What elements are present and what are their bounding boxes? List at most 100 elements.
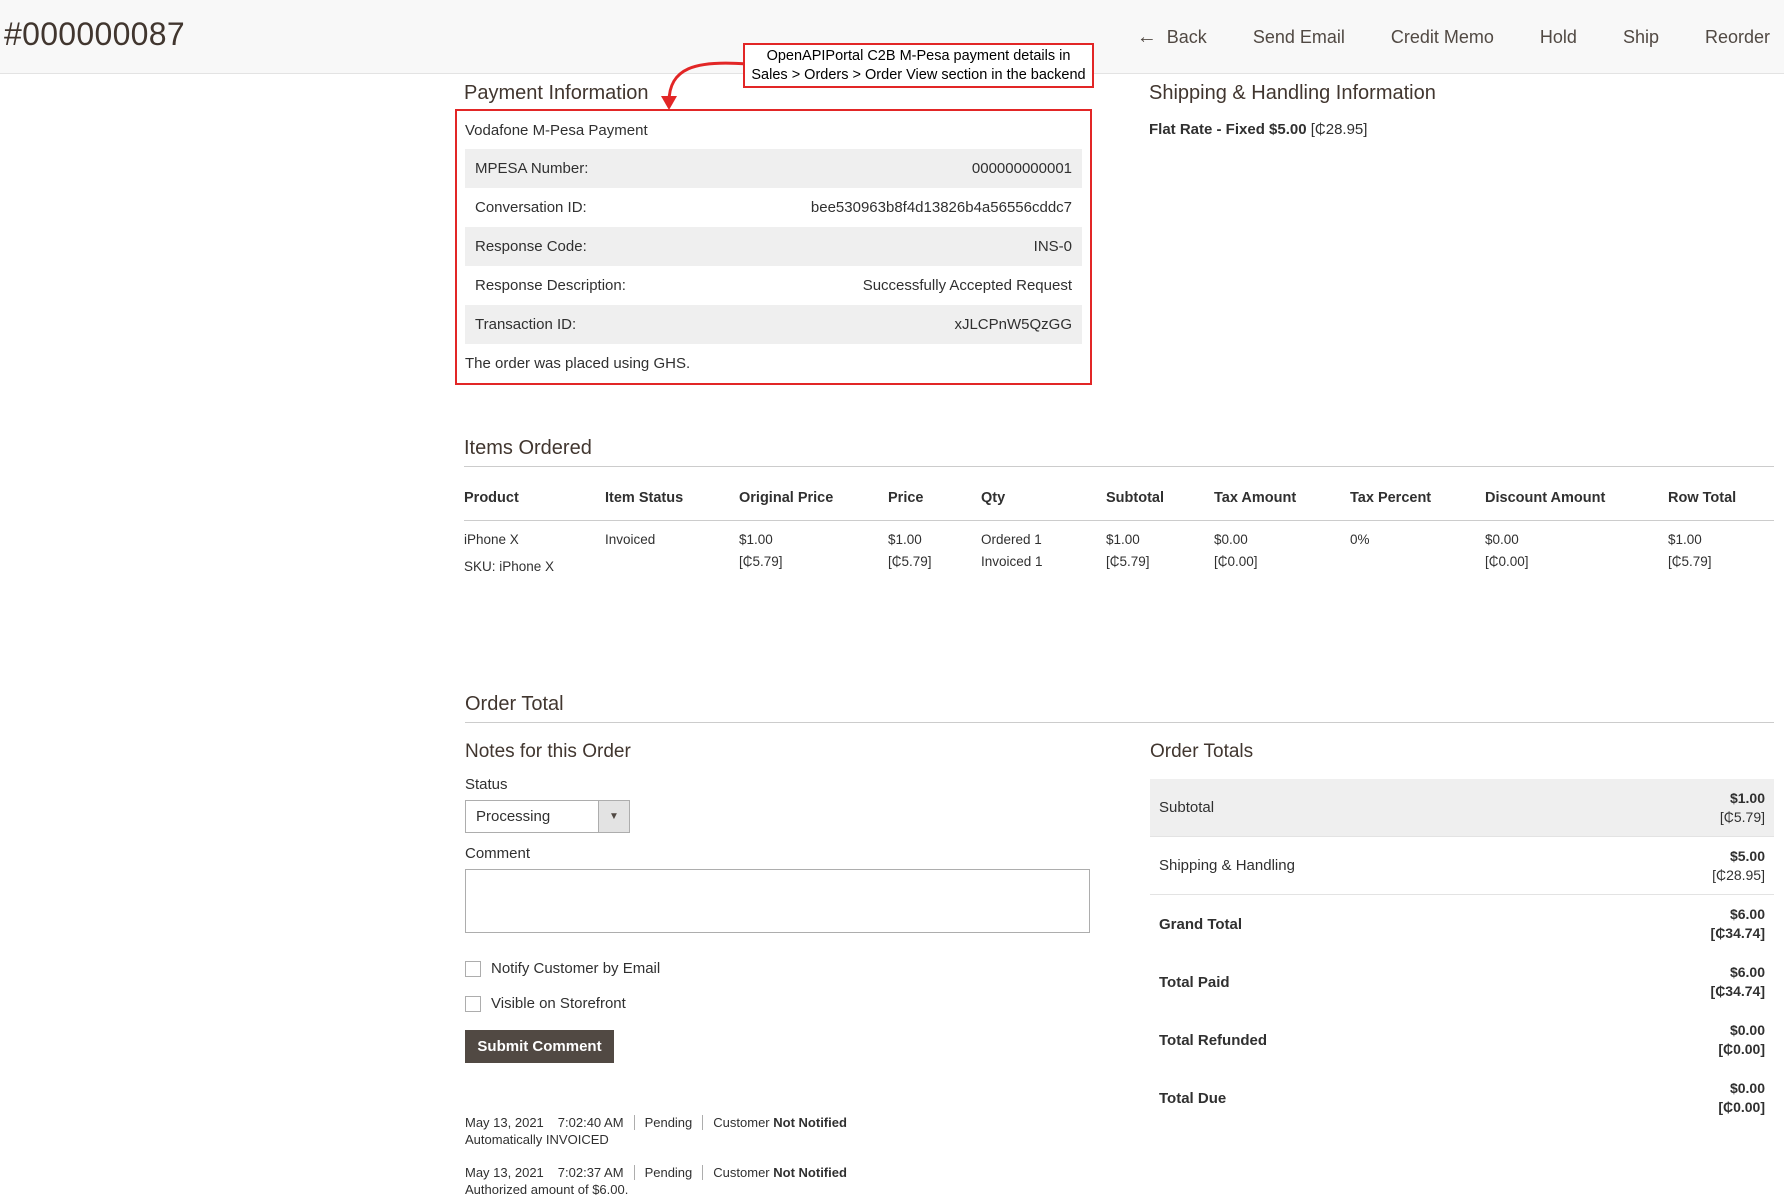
status-select[interactable]: Processing ▼ <box>465 800 630 833</box>
table-row: Response Code: INS-0 <box>465 227 1082 266</box>
payment-label: MPESA Number: <box>475 160 589 177</box>
item-status: Invoiced <box>605 532 656 547</box>
history-entry: May 13, 2021 7:02:37 AM Pending Customer… <box>465 1164 847 1197</box>
qty-ordered: Ordered 1 <box>981 532 1042 547</box>
table-row: Total Refunded $0.00 [₵0.00] <box>1150 1011 1774 1069</box>
visible-storefront-checkbox-row[interactable]: Visible on Storefront <box>465 995 626 1012</box>
totals-local: [₵34.74] <box>1710 925 1765 941</box>
payment-value: INS-0 <box>1033 238 1072 255</box>
history-message: Authorized amount of $6.00. <box>465 1182 629 1197</box>
divider <box>633 1114 635 1130</box>
hold-button[interactable]: Hold <box>1517 27 1600 48</box>
totals-amount: $1.00 <box>1729 789 1765 806</box>
visible-storefront-label: Visible on Storefront <box>491 995 626 1012</box>
payment-label: Conversation ID: <box>475 199 587 216</box>
payment-value: xJLCPnW5QzGG <box>954 316 1072 333</box>
history-status: Pending <box>644 1114 693 1130</box>
notify-customer-checkbox-row[interactable]: Notify Customer by Email <box>465 960 660 977</box>
subtotal-local: [₵5.79] <box>1106 554 1150 569</box>
totals-label: Subtotal <box>1159 799 1215 816</box>
comment-label: Comment <box>465 845 531 862</box>
payment-info-box: Vodafone M-Pesa Payment MPESA Number: 00… <box>455 109 1092 385</box>
callout-line-1: OpenAPIPortal C2B M-Pesa payment details… <box>766 48 1071 64</box>
send-email-button[interactable]: Send Email <box>1230 27 1368 48</box>
row-total: $1.00 <box>1668 532 1702 547</box>
shipping-info-title: Shipping & Handling Information <box>1149 82 1436 104</box>
payment-label: Response Description: <box>475 277 626 294</box>
history-time: 7:02:40 AM <box>557 1114 624 1130</box>
order-totals-table: Subtotal $1.00 [₵5.79] Shipping & Handlin… <box>1150 779 1774 1127</box>
product-name[interactable]: iPhone X <box>464 529 519 551</box>
col-header-tax-percent: Tax Percent <box>1350 490 1432 506</box>
history-date: May 13, 2021 <box>465 1114 544 1130</box>
totals-local: [₵5.79] <box>1719 808 1765 825</box>
status-select-value: Processing <box>476 808 551 825</box>
col-header-tax-amount: Tax Amount <box>1214 490 1297 506</box>
col-header-row-total: Row Total <box>1668 490 1737 506</box>
submit-comment-button[interactable]: Submit Comment <box>465 1030 614 1063</box>
table-row: Transaction ID: xJLCPnW5QzGG <box>465 305 1082 344</box>
col-header-subtotal: Subtotal <box>1106 490 1164 506</box>
discount-amount-local: [₵0.00] <box>1485 554 1529 569</box>
callout-arrow-icon <box>661 61 750 110</box>
tax-percent: 0% <box>1350 532 1370 547</box>
payment-label: Response Code: <box>475 238 587 255</box>
payment-details-table: MPESA Number: 000000000001 Conversation … <box>465 149 1082 344</box>
comment-textarea[interactable] <box>465 869 1090 933</box>
visible-storefront-checkbox[interactable] <box>465 995 481 1012</box>
history-entry: May 13, 2021 7:02:40 AM Pending Customer… <box>465 1114 847 1147</box>
price: $1.00 <box>888 532 922 547</box>
totals-amount: $6.00 <box>1729 906 1765 922</box>
table-header-divider <box>464 520 1774 521</box>
history-notified: Not Notified <box>773 1114 847 1130</box>
divider <box>633 1164 635 1180</box>
reorder-button[interactable]: Reorder <box>1682 27 1770 48</box>
back-button-label: Back <box>1166 26 1207 47</box>
chevron-down-icon: ▼ <box>598 801 629 832</box>
discount-amount: $0.00 <box>1485 532 1519 547</box>
payment-value: Successfully Accepted Request <box>862 277 1072 294</box>
tax-amount: $0.00 <box>1214 532 1248 547</box>
totals-label: Total Refunded <box>1159 1031 1268 1049</box>
table-row: Total Due $0.00 [₵0.00] <box>1150 1069 1774 1127</box>
order-totals-title: Order Totals <box>1150 741 1254 762</box>
payment-value: 000000000001 <box>971 160 1072 177</box>
notify-customer-checkbox[interactable] <box>465 960 481 977</box>
shipping-method-name: Flat Rate - Fixed $5.00 <box>1149 121 1307 138</box>
arrow-left-icon: ← <box>1136 26 1157 48</box>
totals-local: [₵0.00] <box>1718 1041 1765 1057</box>
totals-amount: $0.00 <box>1729 1022 1765 1038</box>
history-date: May 13, 2021 <box>465 1164 544 1180</box>
subtotal: $1.00 <box>1106 532 1140 547</box>
tax-amount-local: [₵0.00] <box>1214 554 1258 569</box>
table-row: MPESA Number: 000000000001 <box>465 149 1082 188</box>
history-customer: Customer <box>713 1114 770 1130</box>
payment-label: Transaction ID: <box>475 316 577 333</box>
col-header-qty: Qty <box>981 490 1006 506</box>
notes-title: Notes for this Order <box>465 741 631 762</box>
totals-amount: $0.00 <box>1729 1080 1765 1096</box>
payment-note: The order was placed using GHS. <box>465 355 691 372</box>
history-status: Pending <box>644 1164 693 1180</box>
col-header-item-status: Item Status <box>605 490 684 506</box>
row-total-local: [₵5.79] <box>1668 554 1712 569</box>
items-ordered-title: Items Ordered <box>464 437 592 459</box>
divider <box>702 1164 704 1180</box>
history-customer: Customer <box>713 1164 770 1180</box>
order-total-title: Order Total <box>465 693 564 715</box>
section-divider <box>465 722 1774 723</box>
credit-memo-button[interactable]: Credit Memo <box>1368 27 1517 48</box>
table-row: Shipping & Handling $5.00 [₵28.95] <box>1150 837 1774 895</box>
table-row: Response Description: Successfully Accep… <box>465 266 1082 305</box>
ship-button[interactable]: Ship <box>1600 27 1682 48</box>
original-price-local: [₵5.79] <box>739 554 783 569</box>
totals-local: [₵0.00] <box>1718 1099 1765 1115</box>
qty-invoiced: Invoiced 1 <box>981 554 1043 569</box>
callout-line-2: Sales > Orders > Order View section in t… <box>751 67 1086 83</box>
totals-label: Total Due <box>1159 1089 1227 1107</box>
history-message: Automatically INVOICED <box>465 1132 609 1147</box>
col-header-discount-amount: Discount Amount <box>1485 490 1606 506</box>
shipping-local-price: [₵28.95] <box>1310 121 1368 138</box>
back-button[interactable]: ← Back <box>1114 27 1230 48</box>
table-row: Grand Total $6.00 [₵34.74] <box>1150 895 1774 953</box>
